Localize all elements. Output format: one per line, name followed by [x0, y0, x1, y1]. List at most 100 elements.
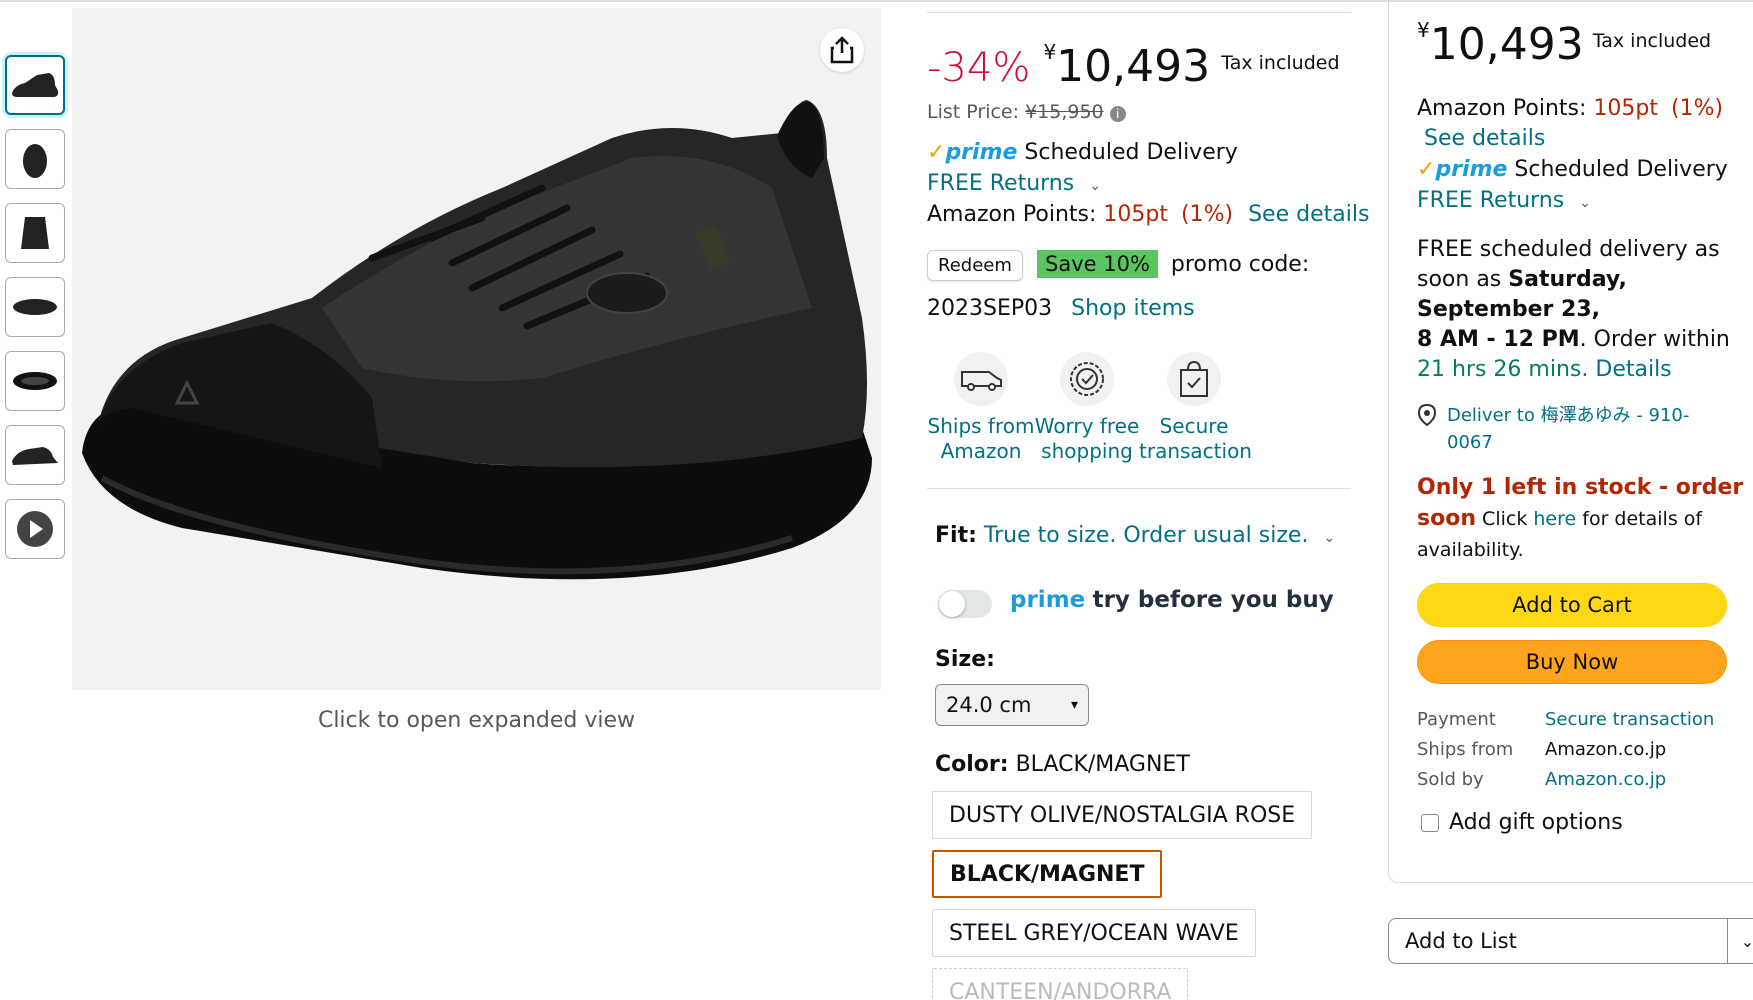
free-returns-label: FREE Returns — [1417, 188, 1565, 213]
color-option-steel-grey[interactable]: STEEL GREY/OCEAN WAVE — [932, 909, 1256, 957]
buybox-price-amount: 10,493 — [1429, 19, 1584, 70]
shop-items-link[interactable]: Shop items — [1071, 296, 1195, 321]
redeem-button[interactable]: Redeem — [927, 250, 1023, 281]
for-details-text: for details of — [1582, 508, 1703, 530]
prime-check-icon: ✓ — [927, 140, 946, 165]
gift-options-checkbox[interactable] — [1421, 814, 1439, 832]
details-link[interactable]: Details — [1595, 357, 1671, 382]
points-row: Amazon Points: 105pt (1%) See details — [927, 202, 1369, 227]
promo-row: Save 10% promo code: — [1037, 250, 1310, 278]
trust-line1: Worry free — [1034, 414, 1140, 438]
sold-by-label: Sold by — [1417, 769, 1484, 790]
add-to-cart-button[interactable]: Add to Cart — [1417, 583, 1727, 627]
main-product-image[interactable] — [72, 8, 881, 690]
shoe-thumbnail-icon — [12, 447, 58, 465]
try-before-toggle[interactable] — [938, 590, 992, 618]
price-row: -34% ¥10,493 Tax included — [927, 40, 1340, 92]
thumbnail-bottom-view[interactable] — [5, 351, 65, 411]
fit-value: True to size. Order usual size. — [983, 523, 1309, 548]
buy-now-button[interactable]: Buy Now — [1417, 640, 1727, 684]
sold-by-value[interactable]: Amazon.co.jp — [1545, 769, 1666, 790]
free-returns-link[interactable]: FREE Returns ⌄ — [927, 171, 1101, 196]
discount-percent: -34% — [927, 45, 1031, 91]
free-returns-link[interactable]: FREE Returns ⌄ — [1417, 188, 1591, 213]
size-select[interactable]: 24.0 cm ▾ — [935, 684, 1089, 726]
trust-line1: Secure — [1159, 414, 1229, 438]
trust-secure-transaction[interactable]: Secure transaction — [1139, 352, 1252, 464]
trust-worry-free[interactable]: Worry free shopping — [1032, 352, 1142, 464]
list-price-label: List Price: — [927, 101, 1020, 123]
info-icon[interactable]: i — [1109, 106, 1126, 122]
prime-delivery-row: ✓prime Scheduled Delivery — [927, 140, 1238, 165]
share-button[interactable] — [820, 28, 864, 72]
list-price-row: List Price: ¥15,950 i — [927, 101, 1126, 123]
buybox-points-row: Amazon Points: 105pt (1%) — [1417, 96, 1723, 121]
promo-label: promo code: — [1170, 252, 1310, 277]
thumbnail-side-view[interactable] — [5, 55, 65, 115]
try-before-label: prime try before you buy — [1010, 587, 1334, 613]
shoe-thumbnail-icon — [12, 73, 59, 97]
bag-check-icon — [1167, 352, 1221, 406]
deliver-to-line1: Deliver to 梅澤あゆみ - 910- — [1447, 405, 1690, 426]
fit-row[interactable]: Fit: True to size. Order usual size. ⌄ — [935, 523, 1335, 548]
scheduled-delivery: Scheduled Delivery — [1514, 157, 1728, 182]
divider — [927, 12, 1351, 13]
color-option-dusty-olive[interactable]: DUSTY OLIVE/NOSTALGIA ROSE — [932, 791, 1313, 839]
delivery-date-day: Saturday, — [1508, 267, 1627, 292]
van-icon — [954, 352, 1008, 406]
shoe-image — [82, 100, 872, 580]
availability-text: availability. — [1417, 539, 1524, 561]
prime-logo: prime — [1010, 587, 1086, 613]
size-selected: 24.0 cm — [946, 693, 1032, 717]
thumbnail-pair-view[interactable] — [5, 425, 65, 485]
chevron-down-icon: ⌄ — [1579, 195, 1591, 211]
trust-line1: Ships from — [927, 414, 1035, 438]
thumbnail-video[interactable] — [5, 499, 65, 559]
chevron-down-icon: ▾ — [1070, 697, 1078, 713]
color-label: Color: — [935, 752, 1009, 777]
fit-label: Fit: — [935, 523, 977, 548]
points-value: 105pt — [1103, 202, 1168, 227]
add-to-list-button[interactable]: Add to List ⌄ — [1388, 918, 1753, 964]
color-option-black-magnet[interactable]: BLACK/MAGNET — [932, 850, 1163, 898]
color-option-canteen[interactable]: CANTEEN/ANDORRA — [932, 968, 1189, 1000]
countdown: 21 hrs 26 mins — [1417, 357, 1582, 382]
chevron-down-icon[interactable]: ⌄ — [1727, 919, 1753, 963]
stock-info: Only 1 left in stock - order soon Click … — [1417, 472, 1753, 566]
share-icon — [830, 36, 854, 64]
prime-check-icon: ✓ — [1417, 157, 1436, 182]
delivery-info: FREE scheduled delivery as soon as Satur… — [1417, 235, 1747, 385]
stock-line2: soon — [1417, 506, 1476, 531]
list-price-value: ¥15,950 — [1025, 101, 1104, 123]
price-amount: 10,493 — [1056, 41, 1211, 92]
location-pin-icon — [1417, 403, 1437, 431]
stock-line1: Only 1 left in stock - order — [1417, 475, 1744, 500]
gift-options-label[interactable]: Add gift options — [1449, 810, 1623, 835]
shoe-thumbnail-icon — [13, 372, 57, 390]
thumbnail-sole-view[interactable] — [5, 277, 65, 337]
color-row: Color: BLACK/MAGNET — [935, 752, 1190, 777]
payment-value[interactable]: Secure transaction — [1545, 709, 1714, 730]
currency-symbol: ¥ — [1043, 40, 1057, 64]
shield-icon — [1060, 352, 1114, 406]
shoe-thumbnail-icon — [21, 217, 49, 249]
delivery-line1: FREE scheduled delivery as — [1417, 237, 1720, 262]
see-details-link[interactable]: See details — [1424, 126, 1545, 151]
points-label: Amazon Points: — [927, 202, 1097, 227]
see-details-link[interactable]: See details — [1248, 202, 1369, 227]
thumbnail-top-view[interactable] — [5, 129, 65, 189]
trust-ships-from-amazon[interactable]: Ships from Amazon — [926, 352, 1036, 464]
thumbnail-front-view[interactable] — [5, 203, 65, 263]
deliver-to-link[interactable]: Deliver to 梅澤あゆみ - 910- 0067 — [1447, 402, 1689, 456]
scheduled-delivery: Scheduled Delivery — [1024, 140, 1238, 165]
free-returns-label: FREE Returns — [927, 171, 1075, 196]
chevron-down-icon: ⌄ — [1089, 178, 1101, 194]
delivery-time: 8 AM - 12 PM — [1417, 327, 1580, 352]
promo-code-row: 2023SEP03 Shop items — [927, 296, 1195, 321]
delivery-date-month: September 23, — [1417, 297, 1601, 322]
points-label: Amazon Points: — [1417, 96, 1587, 121]
here-link[interactable]: here — [1533, 508, 1576, 530]
size-label: Size: — [935, 647, 995, 672]
toggle-knob — [939, 591, 965, 617]
deliver-to-line2: 0067 — [1447, 432, 1493, 453]
